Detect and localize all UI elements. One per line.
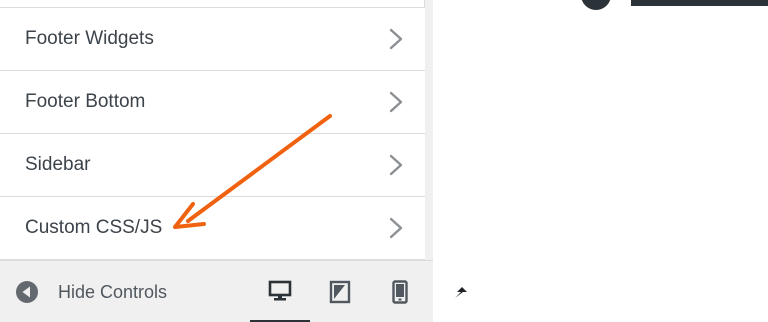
mobile-icon <box>392 280 408 304</box>
customizer-footer-bar: Hide Controls <box>0 260 433 322</box>
menu-item-label: Custom CSS/JS <box>25 217 163 238</box>
chevron-right-icon <box>389 91 403 113</box>
customizer-panel: Footer Widgets Footer Bottom Sidebar Cus… <box>0 0 425 260</box>
menu-item-sidebar[interactable]: Sidebar <box>0 134 425 197</box>
preview-tablet-button[interactable] <box>310 261 370 322</box>
menu-item-custom-css-js[interactable]: Custom CSS/JS <box>0 197 425 260</box>
tablet-icon <box>329 280 351 304</box>
chevron-right-icon <box>389 217 403 239</box>
preview-avatar <box>581 0 611 10</box>
collapse-arrow-icon <box>16 281 38 303</box>
menu-item-footer-bottom[interactable]: Footer Bottom <box>0 71 425 134</box>
chevron-right-icon <box>389 154 403 176</box>
preview-mobile-button[interactable] <box>370 261 430 322</box>
previous-item-edge <box>0 0 425 8</box>
menu-item-label: Footer Widgets <box>25 28 154 49</box>
desktop-icon <box>268 280 292 300</box>
preview-desktop-button[interactable] <box>250 261 310 322</box>
hide-controls-button[interactable]: Hide Controls <box>16 280 167 304</box>
menu-item-footer-widgets[interactable]: Footer Widgets <box>0 8 425 71</box>
mouse-cursor-icon <box>455 287 467 298</box>
menu-item-label: Sidebar <box>25 154 91 175</box>
hide-controls-label: Hide Controls <box>58 281 168 302</box>
chevron-right-icon <box>389 28 403 50</box>
preview-header-bar <box>631 0 768 6</box>
menu-item-label: Footer Bottom <box>25 91 146 112</box>
panel-scrollbar[interactable] <box>425 0 433 260</box>
